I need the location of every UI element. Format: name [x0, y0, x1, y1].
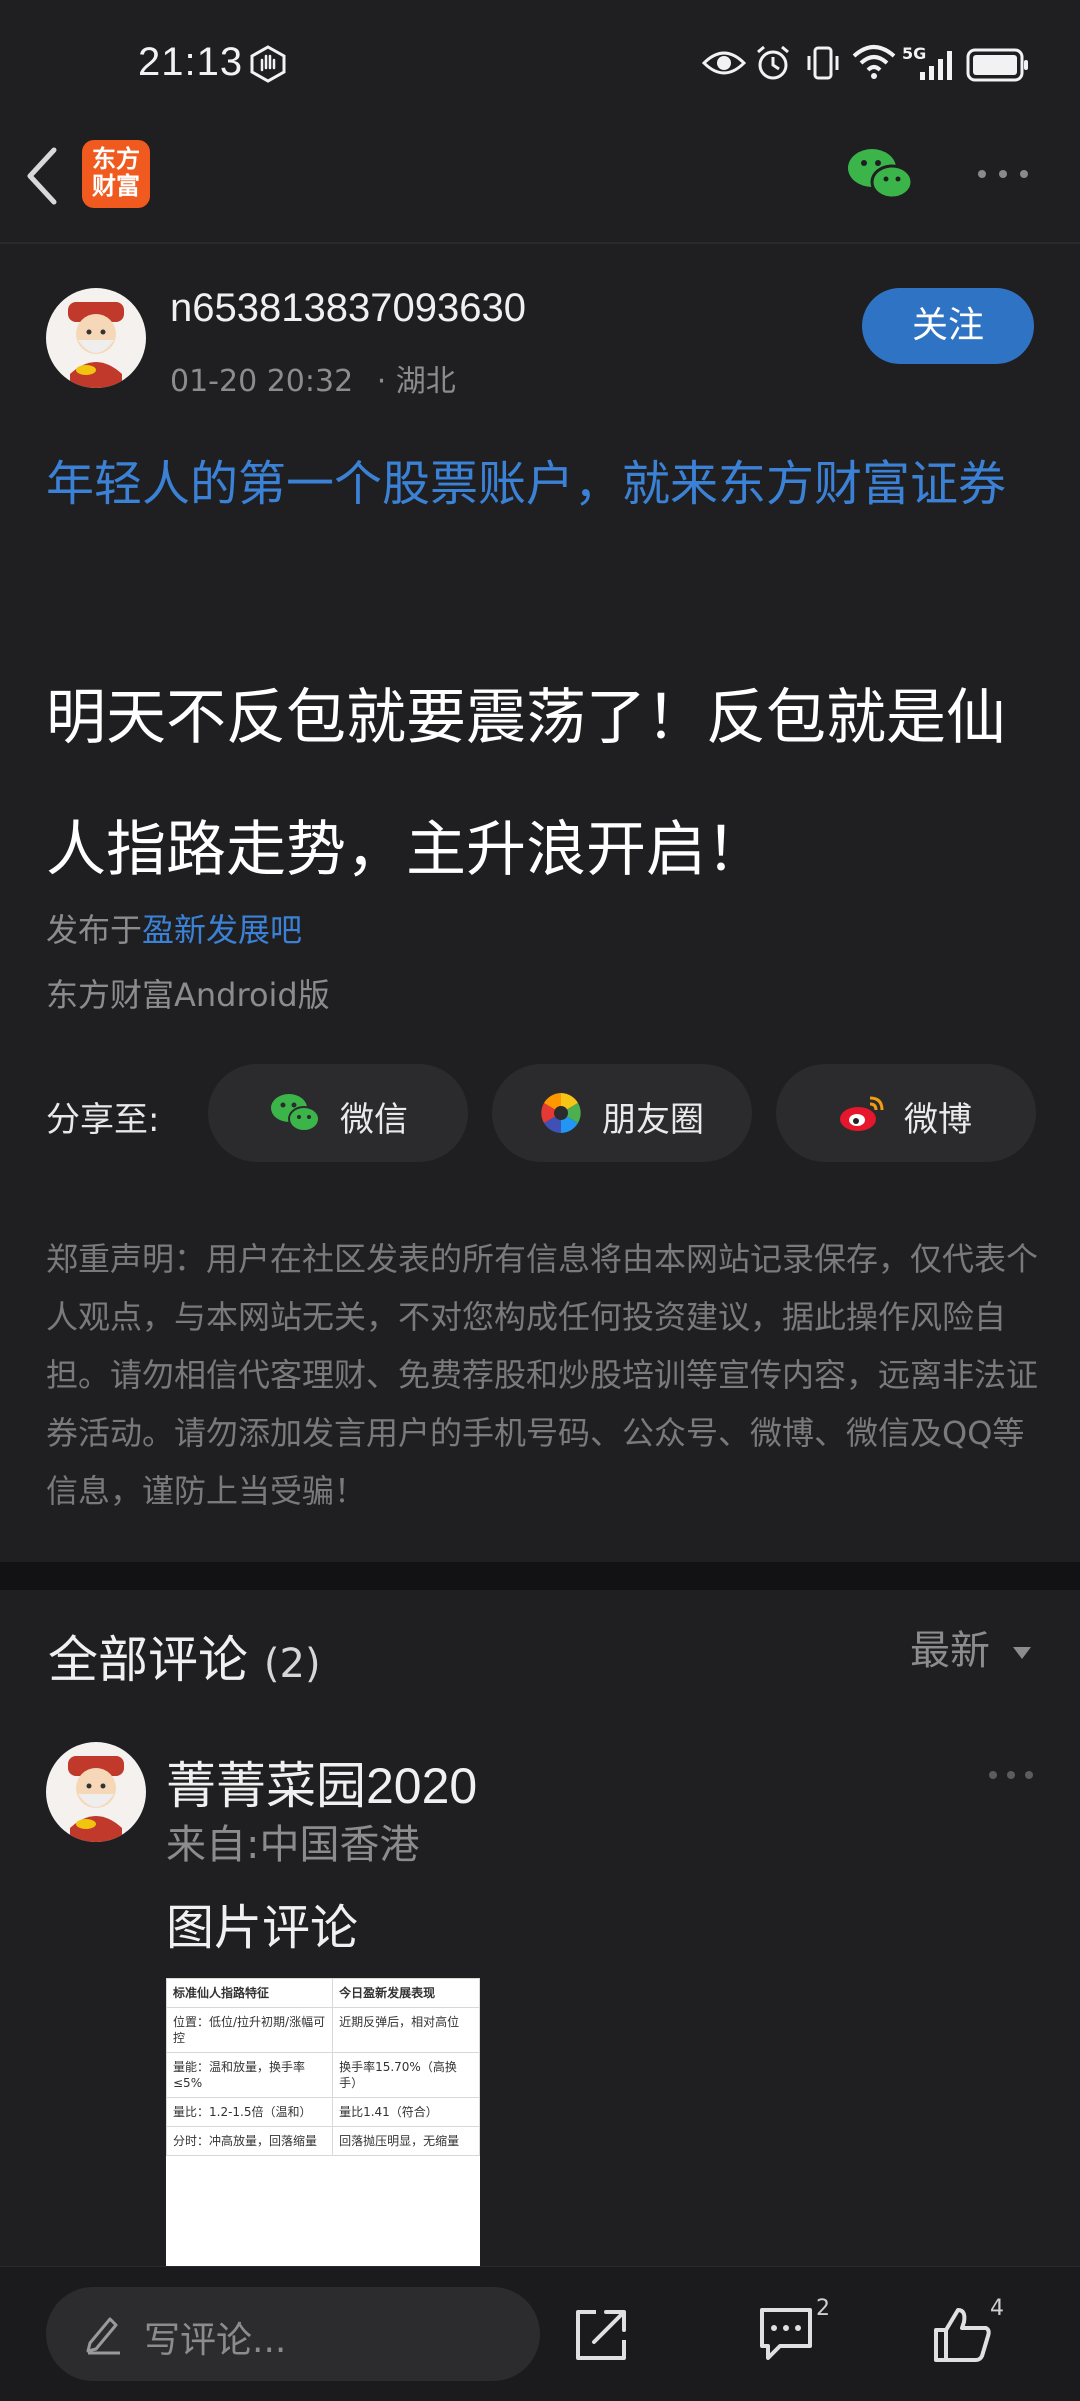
post-meta: 01-20 20:32 · 湖北 — [170, 356, 456, 400]
post-location: · 湖北 — [376, 364, 456, 399]
comment-image[interactable]: 标准仙人指路特征 今日盈新发展表现 位置：低位/拉升初期/涨幅可控 近期反弹后，… — [166, 1978, 480, 2268]
wechat-icon — [271, 1094, 320, 1132]
share-weibo-button[interactable]: 微博 — [776, 1064, 1036, 1162]
like-count-badge: 4 — [990, 2296, 1004, 2321]
comment-input[interactable]: 写评论... — [46, 2287, 540, 2381]
more-icon[interactable] — [976, 166, 1030, 182]
table-row: 位置：低位/拉升初期/涨幅可控 近期反弹后，相对高位 — [166, 2007, 480, 2053]
alarm-icon — [757, 45, 789, 80]
moments-icon — [541, 1093, 581, 1133]
follow-button[interactable]: 关注 — [862, 288, 1034, 364]
ad-link[interactable]: 年轻人的第一个股票账户，就来东方财富证券 — [46, 446, 1036, 522]
weibo-icon — [840, 1096, 884, 1131]
eye-icon — [702, 51, 746, 75]
comments-count: (2) — [263, 1641, 321, 1687]
share-wechat-button[interactable]: 微信 — [208, 1064, 468, 1162]
share-weibo-label: 微博 — [904, 1100, 972, 1140]
comment-image-table: 标准仙人指路特征 今日盈新发展表现 位置：低位/拉升初期/涨幅可控 近期反弹后，… — [166, 1978, 480, 2156]
table-header: 今日盈新发展表现 — [332, 1978, 480, 2008]
comments-header: 全部评论 (2) — [48, 1631, 321, 1689]
vibrate-icon — [807, 46, 839, 80]
share-wechat-label: 微信 — [340, 1100, 408, 1140]
disclaimer: 郑重声明：用户在社区发表的所有信息将由本网站记录保存，仅代表个人观点，与本网站无… — [46, 1240, 1039, 1510]
author-name[interactable]: n653813837093630 — [170, 286, 526, 331]
table-row: 量能：温和放量，换手率≤5% 换手率15.70%（高换手） — [166, 2052, 480, 2098]
post-date: 01-20 20:32 — [170, 364, 354, 399]
triangle-down-icon — [1012, 1647, 1031, 1659]
comment-count-badge: 2 — [816, 2296, 830, 2321]
commenter-location: 来自:中国香港 — [166, 1822, 420, 1868]
table-row: 量比：1.2-1.5倍（温和） 量比1.41（符合） — [166, 2097, 480, 2127]
table-row: 分时：冲高放量，回落缩量 回落抛压明显，无缩量 — [166, 2126, 480, 2156]
commenter-avatar[interactable] — [46, 1742, 146, 1842]
author-avatar[interactable] — [46, 288, 146, 388]
comment-input-placeholder: 写评论... — [144, 2320, 287, 2361]
table-header: 标准仙人指路特征 — [166, 1978, 334, 2008]
app-logo: 东方 财富 — [82, 140, 150, 208]
published-in: 发布于盈新发展吧 — [46, 911, 303, 949]
top-nav — [0, 130, 1080, 244]
battery-icon — [966, 48, 1028, 82]
comment-icon[interactable] — [756, 2304, 816, 2364]
like-icon[interactable] — [932, 2304, 994, 2364]
status-bar: 21:13 5G — [0, 0, 1080, 130]
wechat-share-icon[interactable] — [846, 146, 914, 202]
god-of-wealth-avatar-icon — [68, 1756, 124, 1842]
god-of-wealth-avatar-icon — [68, 302, 124, 388]
hand-icon — [250, 45, 286, 83]
commenter-name[interactable]: 菁菁菜园2020 — [166, 1746, 477, 1818]
wifi-icon — [852, 45, 896, 79]
pencil-icon — [86, 2317, 120, 2355]
share-label: 分享至: — [46, 1100, 160, 1140]
back-icon[interactable] — [22, 146, 62, 206]
share-moments-label: 朋友圈 — [602, 1100, 704, 1140]
status-time: 21:13 — [138, 40, 244, 84]
signal-5g-icon — [920, 51, 952, 80]
comment-text: 图片评论 — [166, 1900, 359, 1956]
client-source: 东方财富Android版 — [46, 976, 330, 1014]
comment-more-icon[interactable] — [988, 1768, 1034, 1782]
post-title: 明天不反包就要震荡了！反包就是仙人指路走势，主升浪开启！ — [46, 683, 1006, 885]
sort-dropdown[interactable]: 最新 — [910, 1618, 1033, 1676]
forward-share-icon[interactable] — [572, 2306, 630, 2364]
bar-link[interactable]: 盈新发展吧 — [142, 911, 302, 949]
section-divider — [0, 1562, 1080, 1590]
share-moments-button[interactable]: 朋友圈 — [492, 1064, 752, 1162]
